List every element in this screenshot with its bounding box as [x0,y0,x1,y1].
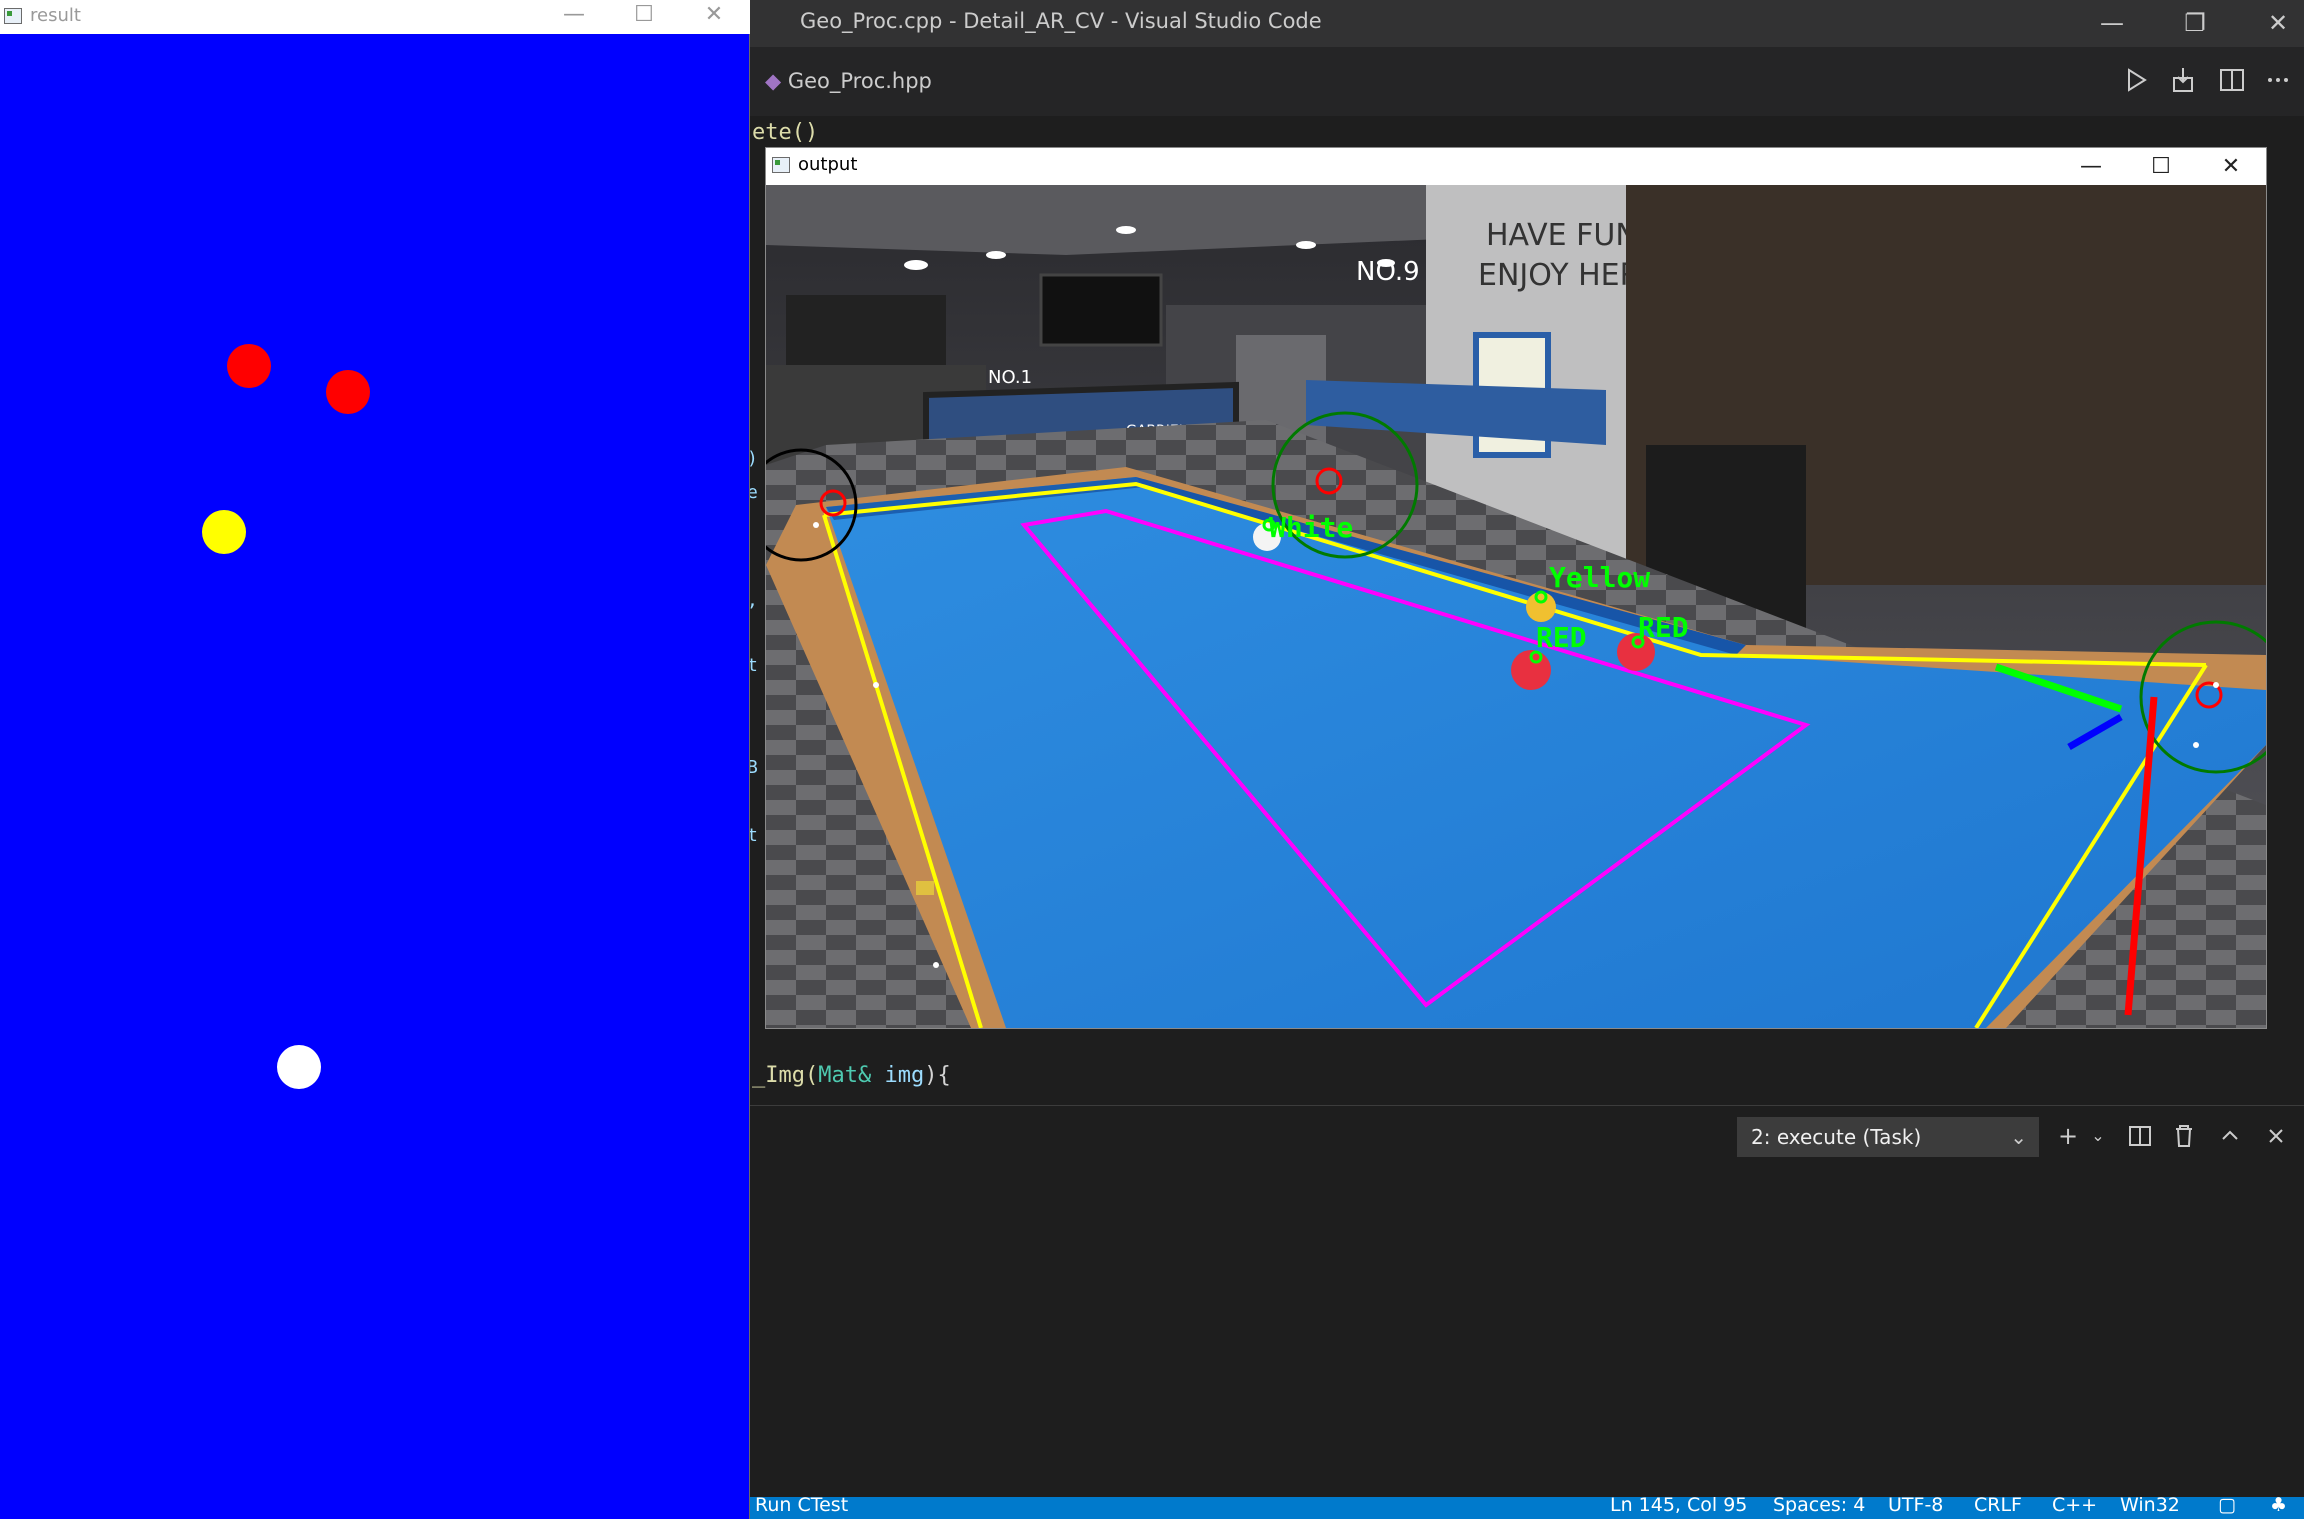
language-mode[interactable]: C++ [2052,1494,2097,1516]
code-param: img [871,1063,925,1088]
red-ball [326,370,370,414]
restore-button[interactable]: ❐ [2165,4,2225,42]
red-ball [227,344,271,388]
file-icon: ◆ [765,69,782,93]
maximize-button[interactable]: ☐ [613,0,675,34]
result-window: result — ☐ ✕ [0,0,750,1519]
label-yellow: Yellow [1549,561,1650,594]
chalk [916,881,934,895]
tab-geo-proc-hpp[interactable]: ◆ Geo_Proc.hpp [745,47,952,116]
run-icon[interactable] [2120,64,2152,96]
close-panel-icon[interactable] [2258,1118,2294,1154]
code-suffix: ){ [924,1063,951,1088]
minimize-button[interactable]: — [2060,148,2122,185]
run-ctest-button[interactable]: Run CTest [755,1494,848,1516]
billiard-detection-image: NO.1 HAVE FUN & ENJOY HERE NO.9 GABRIELS [766,185,2266,1028]
yellow-ball [1526,592,1556,622]
tab-label: Geo_Proc.hpp [787,69,932,93]
split-editor-icon[interactable] [2216,64,2248,96]
minimize-button[interactable]: — [2082,4,2142,42]
feedback-icon[interactable]: ▢ [2218,1494,2236,1516]
yellow-ball [202,510,246,554]
result-titlebar[interactable]: result — ☐ ✕ [0,0,750,34]
label-red-1: RED [1536,621,1587,654]
app-icon [772,157,790,173]
bell-icon[interactable]: ♣ [2270,1494,2287,1516]
output-title: output [798,154,858,175]
close-button[interactable]: ✕ [683,0,745,34]
no1-sign: NO.1 [988,367,1032,388]
maximize-panel-icon[interactable] [2212,1118,2248,1154]
indentation[interactable]: Spaces: 4 [1773,1494,1865,1516]
result-title: result [30,5,81,26]
close-button[interactable]: ✕ [2200,148,2262,185]
chevron-down-icon: ⌄ [2010,1125,2027,1149]
terminal-selector-label: 2: execute (Task) [1751,1125,1922,1149]
chevron-down-icon[interactable]: ⌄ [2080,1118,2116,1154]
maximize-button[interactable]: ☐ [2130,148,2192,185]
close-button[interactable]: ✕ [2248,4,2304,42]
trash-icon[interactable] [2166,1118,2202,1154]
result-canvas [0,34,749,1519]
code-func: _Img( [752,1063,819,1088]
no9-sign: NO.9 [1356,257,1420,287]
code-type: Mat& [818,1063,872,1088]
output-window: output — ☐ ✕ NO.1 HAVE FUN & ENJOY HERE … [765,147,2267,1029]
debug-icon[interactable] [2167,64,2199,96]
terminal-selector[interactable]: 2: execute (Task) ⌄ [1737,1117,2039,1157]
platform[interactable]: Win32 [2120,1494,2180,1516]
label-white: White [1269,511,1353,544]
minimize-button[interactable]: — [543,0,605,34]
shelf [786,295,946,365]
split-terminal-icon[interactable] [2122,1118,2158,1154]
encoding[interactable]: UTF-8 [1888,1494,1943,1516]
line-endings[interactable]: CRLF [1974,1494,2022,1516]
tv [1039,273,1163,347]
app-icon [4,8,22,24]
window-title: Geo_Proc.cpp - Detail_AR_CV - Visual Stu… [800,9,1322,33]
more-actions-icon[interactable] [2262,64,2294,96]
code-fragment-top: ete() [752,120,819,145]
white-ball [277,1045,321,1089]
label-red-2: RED [1638,611,1689,644]
output-titlebar[interactable]: output — ☐ ✕ [766,148,2266,185]
cursor-position[interactable]: Ln 145, Col 95 [1610,1494,1747,1516]
code-line-145: _Img(Mat& img){ [752,1063,951,1088]
